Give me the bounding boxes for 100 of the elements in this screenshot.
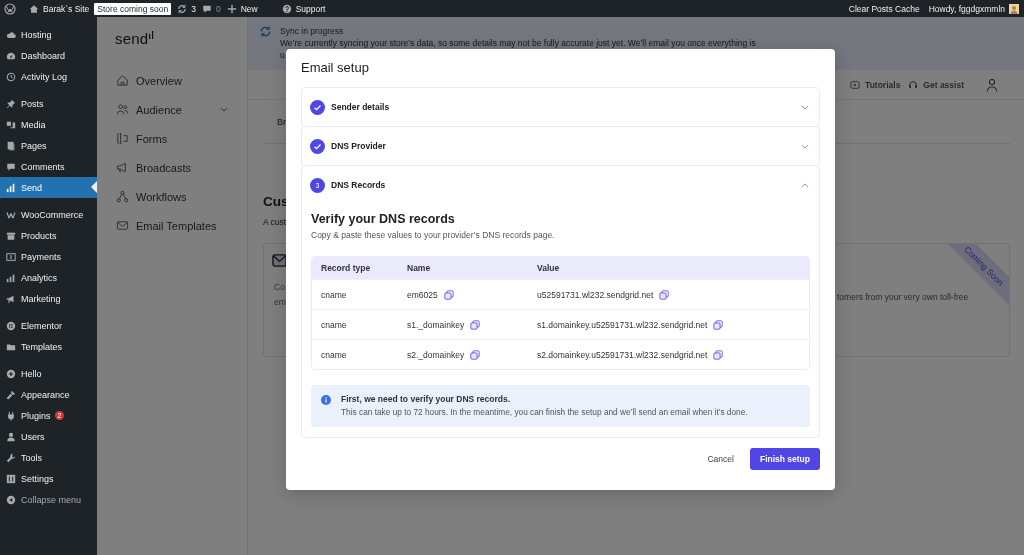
admin-menu-item[interactable]: Users: [0, 426, 97, 447]
updates-count[interactable]: 3: [191, 3, 196, 14]
table-cell: s2._domainkey: [407, 349, 465, 360]
help-link[interactable]: Tutorials: [850, 79, 901, 90]
copy-icon[interactable]: [470, 349, 481, 360]
brush-icon: [6, 389, 16, 400]
table-cell-text: cname: [321, 289, 348, 300]
user-icon: [6, 431, 16, 442]
media-icon: [6, 119, 16, 130]
admin-menu-item[interactable]: Analytics: [0, 267, 97, 288]
admin-menu-item[interactable]: Hosting: [0, 24, 97, 45]
admin-menu-item[interactable]: Hello: [0, 363, 97, 384]
wordpress-logo-icon[interactable]: [4, 2, 16, 15]
column-header: Name: [407, 263, 432, 273]
admin-menu-item[interactable]: Dashboard: [0, 45, 97, 66]
plus-icon[interactable]: [226, 3, 237, 14]
plus-circle-icon: [6, 368, 16, 379]
section-description: Copy & paste these values to your provider’s DNS records page.: [311, 230, 556, 241]
admin-menu-item[interactable]: Marketing: [0, 288, 97, 309]
refresh-icon[interactable]: [177, 3, 188, 14]
user-icon[interactable]: [986, 77, 998, 92]
megaphone-icon: [116, 161, 129, 174]
megaphone-icon: [6, 293, 16, 304]
finish-setup-button[interactable]: Finish setup: [749, 448, 820, 470]
form-brackets-icon: [116, 132, 129, 145]
admin-menu-item[interactable]: Settings: [0, 468, 97, 489]
site-name-link[interactable]: Barak`s Site: [43, 3, 90, 14]
send-logo: send: [97, 17, 247, 66]
account-greeting[interactable]: Howdy, fggdgxmmln: [928, 3, 1005, 14]
copy-icon[interactable]: [470, 319, 481, 330]
support-link[interactable]: Support: [295, 3, 326, 14]
admin-menu-item[interactable]: Templates: [0, 336, 97, 357]
gauge-icon: [6, 50, 16, 61]
table-cell: s1.domainkey.u52591731.wl232.sendgrid.net: [537, 319, 708, 330]
bar-chart-icon: [6, 182, 16, 193]
play-icon: [850, 79, 861, 90]
banner-title: Sync in progress: [280, 25, 345, 37]
e-logo-icon: [6, 320, 16, 331]
copy-icon[interactable]: [443, 289, 454, 300]
people-icon: [116, 103, 129, 116]
copy-icon[interactable]: [659, 289, 670, 300]
plugin-nav-item[interactable]: Workflows: [97, 182, 247, 211]
speech-bubble-icon[interactable]: [201, 3, 212, 14]
workflow-icon: [116, 190, 129, 203]
plugin-nav-item[interactable]: Audience: [97, 95, 247, 124]
comments-count[interactable]: 0: [215, 3, 221, 14]
section-heading: Verify your DNS records: [311, 211, 456, 227]
copy-icon[interactable]: [713, 319, 724, 330]
headset-icon: [908, 79, 919, 90]
admin-menu-item[interactable]: Products: [0, 225, 97, 246]
admin-menu-item[interactable]: Posts: [0, 93, 97, 114]
step-header[interactable]: Sender details: [302, 88, 819, 126]
store-status-badge[interactable]: Store coming soon: [94, 2, 172, 15]
page-tab[interactable]: Br: [277, 116, 286, 127]
plugin-nav-item[interactable]: Forms: [97, 124, 247, 153]
card-description: em: [274, 296, 286, 309]
collapse-menu-button[interactable]: Collapse menu: [0, 489, 97, 510]
cancel-button[interactable]: Cancel: [699, 448, 742, 470]
copy-icon[interactable]: [713, 349, 724, 360]
pushpin-icon: [6, 98, 16, 109]
step-header[interactable]: DNS Provider: [302, 127, 819, 165]
banner-message: u: [280, 49, 286, 61]
sync-icon: [259, 25, 272, 38]
notice-text: This can take up to 72 hours. In the meantime, you can finish the setup and we’ll send an email when it’s done.: [341, 406, 748, 419]
plugin-nav-item[interactable]: Email Templates: [97, 211, 247, 240]
admin-menu-item[interactable]: Payments: [0, 246, 97, 267]
dialog-title: Email setup: [301, 59, 369, 76]
column-header: Value: [537, 263, 561, 273]
admin-menu-item[interactable]: Pages: [0, 135, 97, 156]
card-description: tomers from your very own toll-free: [837, 292, 969, 303]
admin-menu-item[interactable]: Send: [0, 177, 97, 198]
sliders-icon: [6, 473, 16, 484]
chevron-down-icon: [801, 143, 809, 149]
plugin-nav-item[interactable]: Broadcasts: [97, 153, 247, 182]
house-icon[interactable]: [29, 3, 39, 14]
collapse-arrow-icon: [6, 494, 16, 505]
banner-message: We’re currently syncing your store’s data, so some details may not be fully accurate just yet. We’ll email you once everything is: [280, 37, 756, 49]
cloud-icon: [6, 29, 16, 40]
admin-menu-item[interactable]: Appearance: [0, 384, 97, 405]
admin-menu-item[interactable]: WooCommerce: [0, 204, 97, 225]
help-link[interactable]: Get assist: [908, 79, 964, 90]
admin-menu-item[interactable]: Tools: [0, 447, 97, 468]
admin-menu-item[interactable]: Media: [0, 114, 97, 135]
plugin-nav-item[interactable]: Overview: [97, 66, 247, 95]
wrench-icon: [6, 452, 16, 463]
chevron-up-icon: [801, 182, 809, 188]
avatar-icon[interactable]: [1009, 3, 1019, 14]
column-header: Record type: [321, 263, 372, 273]
table-cell: s1._domainkey: [407, 319, 465, 330]
admin-menu-item[interactable]: Comments: [0, 156, 97, 177]
help-icon[interactable]: [281, 3, 292, 14]
clear-cache-link[interactable]: Clear Posts Cache: [848, 3, 920, 14]
page-subtitle: A cust: [263, 217, 287, 227]
new-link[interactable]: New: [240, 3, 258, 14]
info-icon: [321, 395, 331, 405]
pages-icon: [6, 140, 16, 151]
clock-icon: [6, 71, 16, 82]
card-description: Co: [274, 281, 285, 294]
admin-menu-item[interactable]: Activity Log: [0, 66, 97, 87]
admin-menu-item[interactable]: Elementor: [0, 315, 97, 336]
